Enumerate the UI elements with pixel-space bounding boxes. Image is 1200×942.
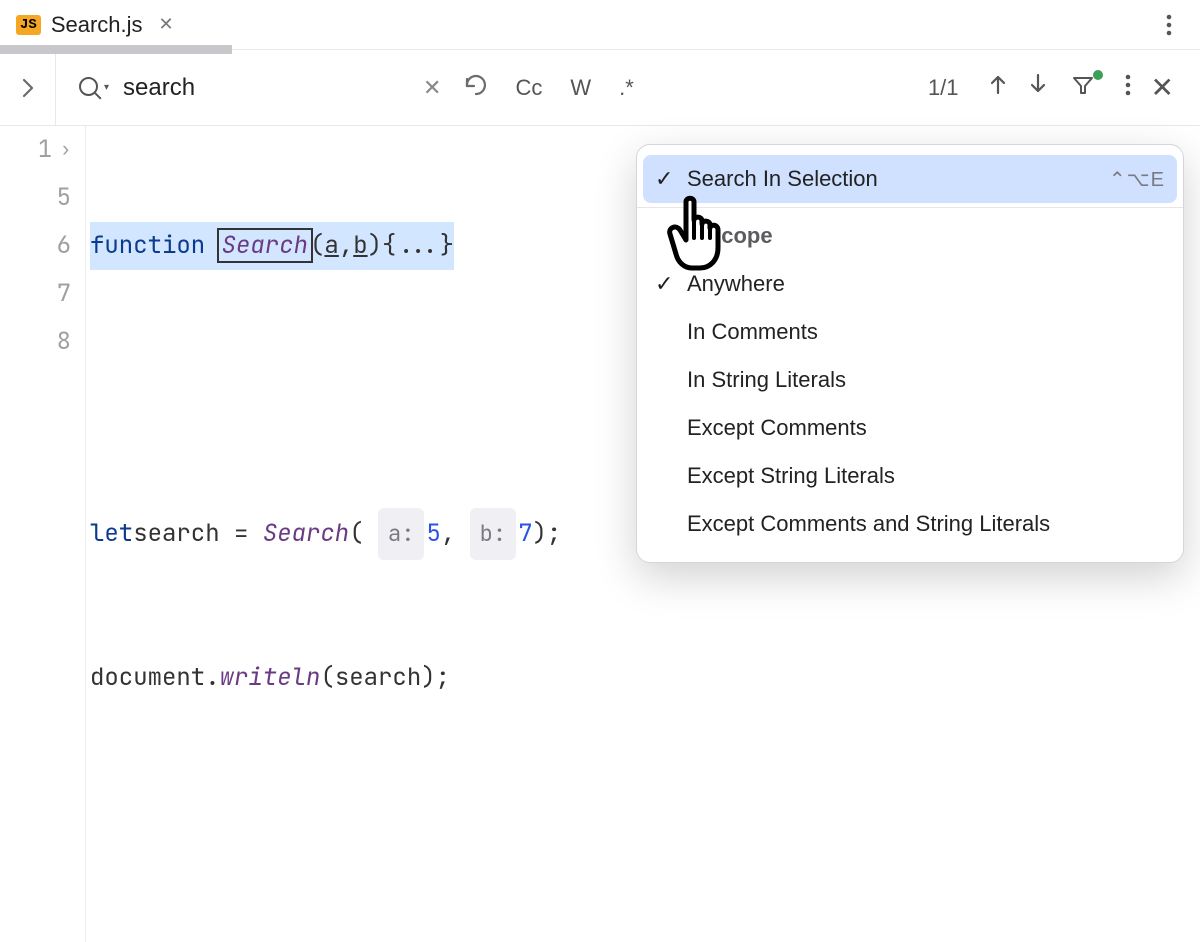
search-more-menu[interactable] <box>1113 74 1143 101</box>
js-file-icon: JS <box>16 15 41 35</box>
filter-button[interactable] <box>1063 71 1103 104</box>
code-line[interactable]: let search = Search( a: 5, b: 7); <box>90 510 561 558</box>
gutter-line[interactable]: 7 <box>0 270 71 318</box>
popup-item-except-comments[interactable]: Except Comments <box>637 404 1183 452</box>
match-counter: 1/1 <box>904 75 983 101</box>
popup-item-except-string-literals[interactable]: Except String Literals <box>637 452 1183 500</box>
code-line[interactable]: function Search(a,b){...} <box>90 222 561 270</box>
clear-search-icon[interactable]: ✕ <box>413 75 451 101</box>
tab-filename: Search.js <box>51 12 143 38</box>
match-word-toggle[interactable]: W <box>562 71 599 105</box>
chevron-down-icon: ▾ <box>104 82 109 93</box>
popup-item-anywhere[interactable]: ✓ Anywhere <box>637 260 1183 308</box>
popup-item-search-in-selection[interactable]: ✓ Search In Selection ⌃⌥E <box>643 155 1177 203</box>
file-tab[interactable]: JS Search.js ✕ <box>0 0 190 49</box>
filter-popup: ✓ Search In Selection ⌃⌥E h Scope ✓ Anyw… <box>636 144 1184 563</box>
keyboard-shortcut: ⌃⌥E <box>1109 167 1165 192</box>
search-icon <box>78 76 102 100</box>
check-icon: ✓ <box>655 271 687 297</box>
code-area[interactable]: function Search(a,b){...} let search = S… <box>86 126 561 942</box>
tab-progress-indicator <box>0 45 232 54</box>
search-match: Search <box>217 228 313 263</box>
close-tab-icon[interactable]: ✕ <box>159 14 174 35</box>
regex-toggle[interactable]: .* <box>611 71 642 105</box>
match-case-toggle[interactable]: Cc <box>507 71 550 105</box>
search-input[interactable] <box>123 74 413 102</box>
gutter-line[interactable]: 5 <box>0 174 71 222</box>
code-line[interactable] <box>90 798 561 846</box>
fold-icon[interactable]: › <box>60 126 71 174</box>
separator <box>637 207 1183 208</box>
gutter-line[interactable]: 6 <box>0 222 71 270</box>
code-line[interactable] <box>90 366 561 414</box>
gutter-line[interactable]: 1› <box>0 126 71 174</box>
popup-item-in-string-literals[interactable]: In String Literals <box>637 356 1183 404</box>
popup-item-in-comments[interactable]: In Comments <box>637 308 1183 356</box>
popup-heading: h Scope <box>637 212 1183 260</box>
search-option-toggles: Cc W .* <box>501 71 647 105</box>
gutter-line[interactable]: 8 <box>0 318 71 366</box>
filter-active-badge <box>1093 70 1103 80</box>
tab-bar: JS Search.js ✕ <box>0 0 1200 50</box>
next-match-icon[interactable] <box>1023 71 1053 104</box>
inlay-hint: b: <box>470 508 516 560</box>
check-icon: ✓ <box>655 166 687 192</box>
prev-match-icon[interactable] <box>983 71 1013 104</box>
find-toolbar: ▾ ✕ Cc W .* 1/1 ✕ <box>0 50 1200 126</box>
close-search-icon[interactable]: ✕ <box>1143 69 1182 106</box>
popup-item-except-comments-and-string-literals[interactable]: Except Comments and String Literals <box>637 500 1183 548</box>
code-line[interactable]: document.writeln(search); <box>90 654 561 702</box>
top-more-menu[interactable] <box>1148 14 1190 36</box>
search-history-button[interactable]: ▾ <box>56 76 123 100</box>
expand-search-icon[interactable] <box>0 50 56 125</box>
inlay-hint: a: <box>378 508 424 560</box>
previous-search-icon[interactable] <box>451 72 501 103</box>
line-gutter: 1› 5 6 7 8 <box>0 126 86 942</box>
